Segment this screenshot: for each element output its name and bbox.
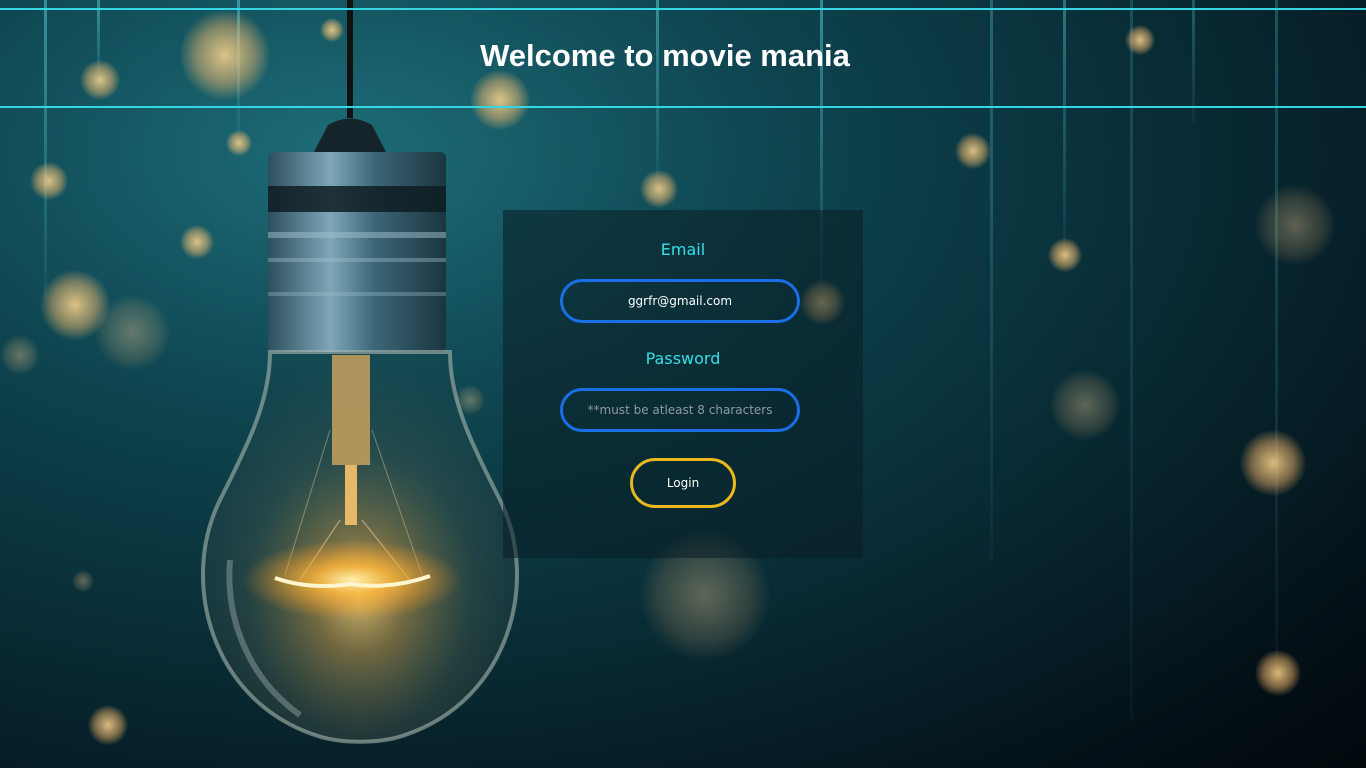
light-strand — [990, 0, 993, 560]
email-label: Email — [660, 240, 706, 259]
bokeh-light — [1050, 370, 1120, 440]
bokeh-light — [0, 335, 40, 375]
bokeh-light — [88, 705, 128, 745]
page-title: Welcome to movie mania — [480, 38, 850, 73]
bokeh-light — [1048, 238, 1082, 272]
password-label: Password — [645, 349, 721, 368]
bokeh-light — [95, 295, 170, 370]
login-form: Email Password Login — [503, 210, 863, 558]
bokeh-light — [30, 162, 68, 200]
password-input[interactable] — [560, 388, 800, 432]
header-divider-bottom — [0, 106, 1366, 108]
header-divider-top — [0, 8, 1366, 10]
light-bulb-icon — [200, 0, 520, 744]
light-strand — [1275, 0, 1278, 670]
email-input[interactable] — [560, 279, 800, 323]
light-strand — [1130, 0, 1133, 720]
bokeh-light — [1255, 185, 1335, 265]
bokeh-light — [72, 570, 94, 592]
login-button[interactable]: Login — [630, 458, 736, 508]
bokeh-light — [955, 133, 991, 169]
light-strand — [656, 0, 659, 185]
bokeh-light — [640, 170, 678, 208]
bokeh-light — [1255, 650, 1301, 696]
bokeh-light — [1240, 430, 1306, 496]
